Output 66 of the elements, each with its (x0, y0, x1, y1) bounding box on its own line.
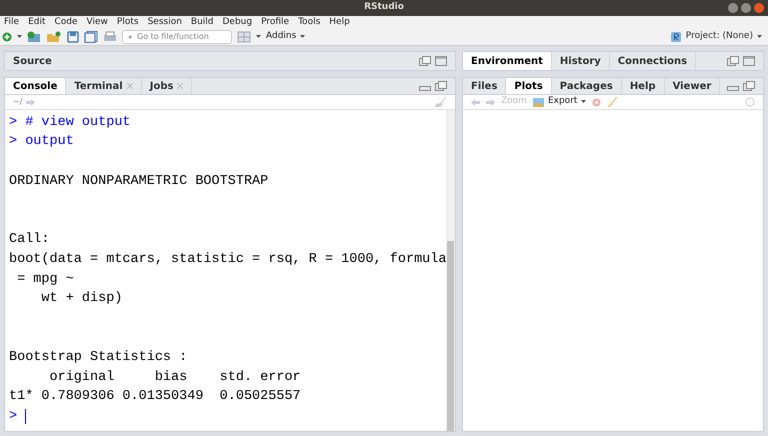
console-line: boot(data = mtcars, statistic = rsq, R = 1000, formula (9, 250, 446, 269)
go-to-directory-icon[interactable] (26, 98, 36, 106)
grid-icon[interactable] (237, 30, 251, 42)
new-project-icon[interactable] (27, 30, 41, 42)
menu-item[interactable]: File (4, 18, 20, 26)
maximize-icon[interactable] (435, 56, 447, 66)
broom-icon[interactable] (607, 97, 618, 107)
restore-icon[interactable] (743, 81, 755, 91)
scrollbar-thumb[interactable] (447, 241, 454, 431)
caret-icon (581, 100, 586, 104)
menu-item[interactable]: Build (190, 18, 214, 26)
save-icon[interactable] (67, 30, 79, 42)
console-line: > output (9, 133, 74, 152)
dropdown-icon[interactable] (17, 34, 22, 38)
pane-tab[interactable]: Plots (506, 78, 552, 94)
restore-icon[interactable] (727, 56, 739, 66)
working-directory: ~/ (13, 96, 22, 108)
caret-icon (757, 34, 762, 38)
menu-item[interactable]: View (86, 18, 108, 26)
clear-console-icon[interactable] (435, 97, 447, 107)
console-line: = mpg ~ (16, 270, 74, 289)
open-folder-icon[interactable] (46, 30, 62, 42)
remove-plot-icon[interactable] (592, 98, 602, 106)
console-line: Bootstrap Statistics : (9, 348, 188, 367)
goto-field[interactable]: Go to file/function (122, 30, 232, 44)
new-file-icon[interactable] (2, 32, 12, 42)
close-button[interactable] (754, 3, 764, 13)
menu-item[interactable]: Help (329, 18, 350, 26)
addins-menu[interactable]: Addins (266, 30, 306, 44)
console-line: ORDINARY NONPARAMETRIC BOOTSTRAP (9, 172, 268, 191)
forward-icon[interactable] (486, 98, 495, 106)
menu-item[interactable]: Profile (261, 18, 290, 26)
dropdown-icon[interactable] (256, 34, 261, 38)
project-menu[interactable]: Project: (None) (686, 30, 762, 44)
caret-icon (300, 34, 306, 38)
pane-tab[interactable]: Environment (463, 52, 552, 70)
maximize-button[interactable] (741, 3, 751, 13)
save-all-icon[interactable] (84, 30, 98, 42)
menu-item[interactable]: Debug (222, 18, 252, 26)
console-line: Call: (9, 231, 50, 250)
text-cursor (25, 409, 26, 424)
menu-item[interactable]: Plots (116, 18, 139, 26)
menu-item[interactable]: Code (54, 18, 78, 26)
close-icon[interactable] (177, 83, 184, 89)
restore-icon[interactable] (435, 81, 447, 91)
console-line: t1* 0.7809306 0.01350349 0.05025557 (9, 388, 301, 406)
restore-icon[interactable] (419, 56, 431, 66)
window-title: RStudio (364, 1, 404, 14)
minimize-button[interactable] (728, 3, 738, 13)
pane-tab[interactable]: Console (5, 78, 66, 94)
menu-item[interactable]: Session (148, 18, 182, 26)
close-icon[interactable] (126, 83, 133, 89)
menu-item[interactable]: Edit (28, 18, 46, 26)
console-line: wt + disp) (40, 290, 122, 308)
menu-item[interactable]: Tools (298, 18, 320, 26)
r-project-icon (670, 32, 681, 42)
arrow-icon (127, 32, 132, 40)
image-icon (532, 98, 544, 106)
export-menu[interactable]: Export (532, 95, 586, 109)
print-icon[interactable] (103, 30, 117, 42)
back-icon[interactable] (471, 98, 480, 106)
maximize-icon[interactable] (743, 56, 755, 66)
console-line: > (9, 408, 18, 426)
console-line: > # view output (9, 114, 131, 132)
pane-title: Source (13, 54, 52, 68)
console-line: original bias std. error (48, 368, 301, 387)
